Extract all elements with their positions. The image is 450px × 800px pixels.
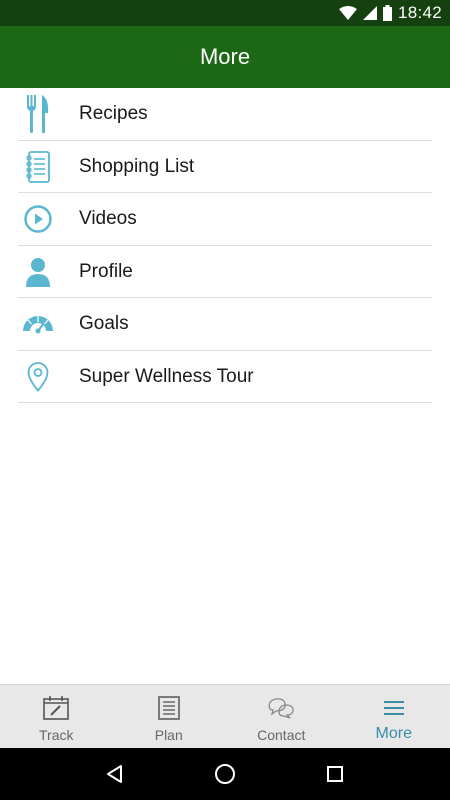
tab-track[interactable]: Track <box>0 685 113 748</box>
page-title: More <box>199 44 251 69</box>
tab-more[interactable]: More <box>338 685 450 748</box>
menu-item-super-wellness-tour[interactable]: Super Wellness Tour <box>0 351 450 403</box>
notepad-icon <box>18 147 58 187</box>
bottom-tab-bar: Track Plan Contact More <box>0 684 450 748</box>
back-icon[interactable] <box>95 754 135 794</box>
calendar-edit-icon <box>42 695 70 721</box>
more-menu-list: Recipes Shopping List Videos Profile Goa… <box>0 88 450 403</box>
menu-item-label: Goals <box>79 313 129 335</box>
app-bar: More <box>0 26 450 88</box>
battery-icon <box>382 5 392 21</box>
cell-signal-icon <box>362 6 377 20</box>
wifi-icon <box>338 6 357 20</box>
menu-item-label: Super Wellness Tour <box>79 365 254 387</box>
menu-item-recipes[interactable]: Recipes <box>0 88 450 141</box>
tab-contact[interactable]: Contact <box>225 685 338 748</box>
map-pin-icon <box>18 357 58 397</box>
person-icon <box>18 252 58 292</box>
list-icon <box>155 695 183 721</box>
status-time: 18:42 <box>397 3 442 22</box>
tab-label: Track <box>39 727 74 743</box>
tab-label: Contact <box>257 727 306 743</box>
tab-plan[interactable]: Plan <box>113 685 226 748</box>
fork-knife-icon <box>18 94 58 134</box>
system-nav-bar <box>0 748 450 800</box>
menu-item-label: Shopping List <box>79 155 195 177</box>
menu-item-label: Videos <box>79 208 137 230</box>
menu-item-goals[interactable]: Goals <box>0 298 450 351</box>
menu-item-profile[interactable]: Profile <box>0 246 450 298</box>
divider <box>18 402 432 403</box>
home-icon[interactable] <box>205 754 245 794</box>
status-bar: 18:42 <box>0 0 450 26</box>
menu-item-label: Recipes <box>79 103 148 125</box>
menu-item-shopping-list[interactable]: Shopping List <box>0 141 450 193</box>
recents-icon[interactable] <box>315 754 355 794</box>
chat-bubbles-icon <box>267 695 295 721</box>
menu-item-videos[interactable]: Videos <box>0 193 450 246</box>
menu-item-label: Profile <box>79 260 133 282</box>
tab-label: More <box>375 725 412 742</box>
play-circle-icon <box>18 199 58 239</box>
tab-label: Plan <box>154 727 183 743</box>
hamburger-icon <box>380 695 408 721</box>
gauge-icon <box>18 304 58 344</box>
